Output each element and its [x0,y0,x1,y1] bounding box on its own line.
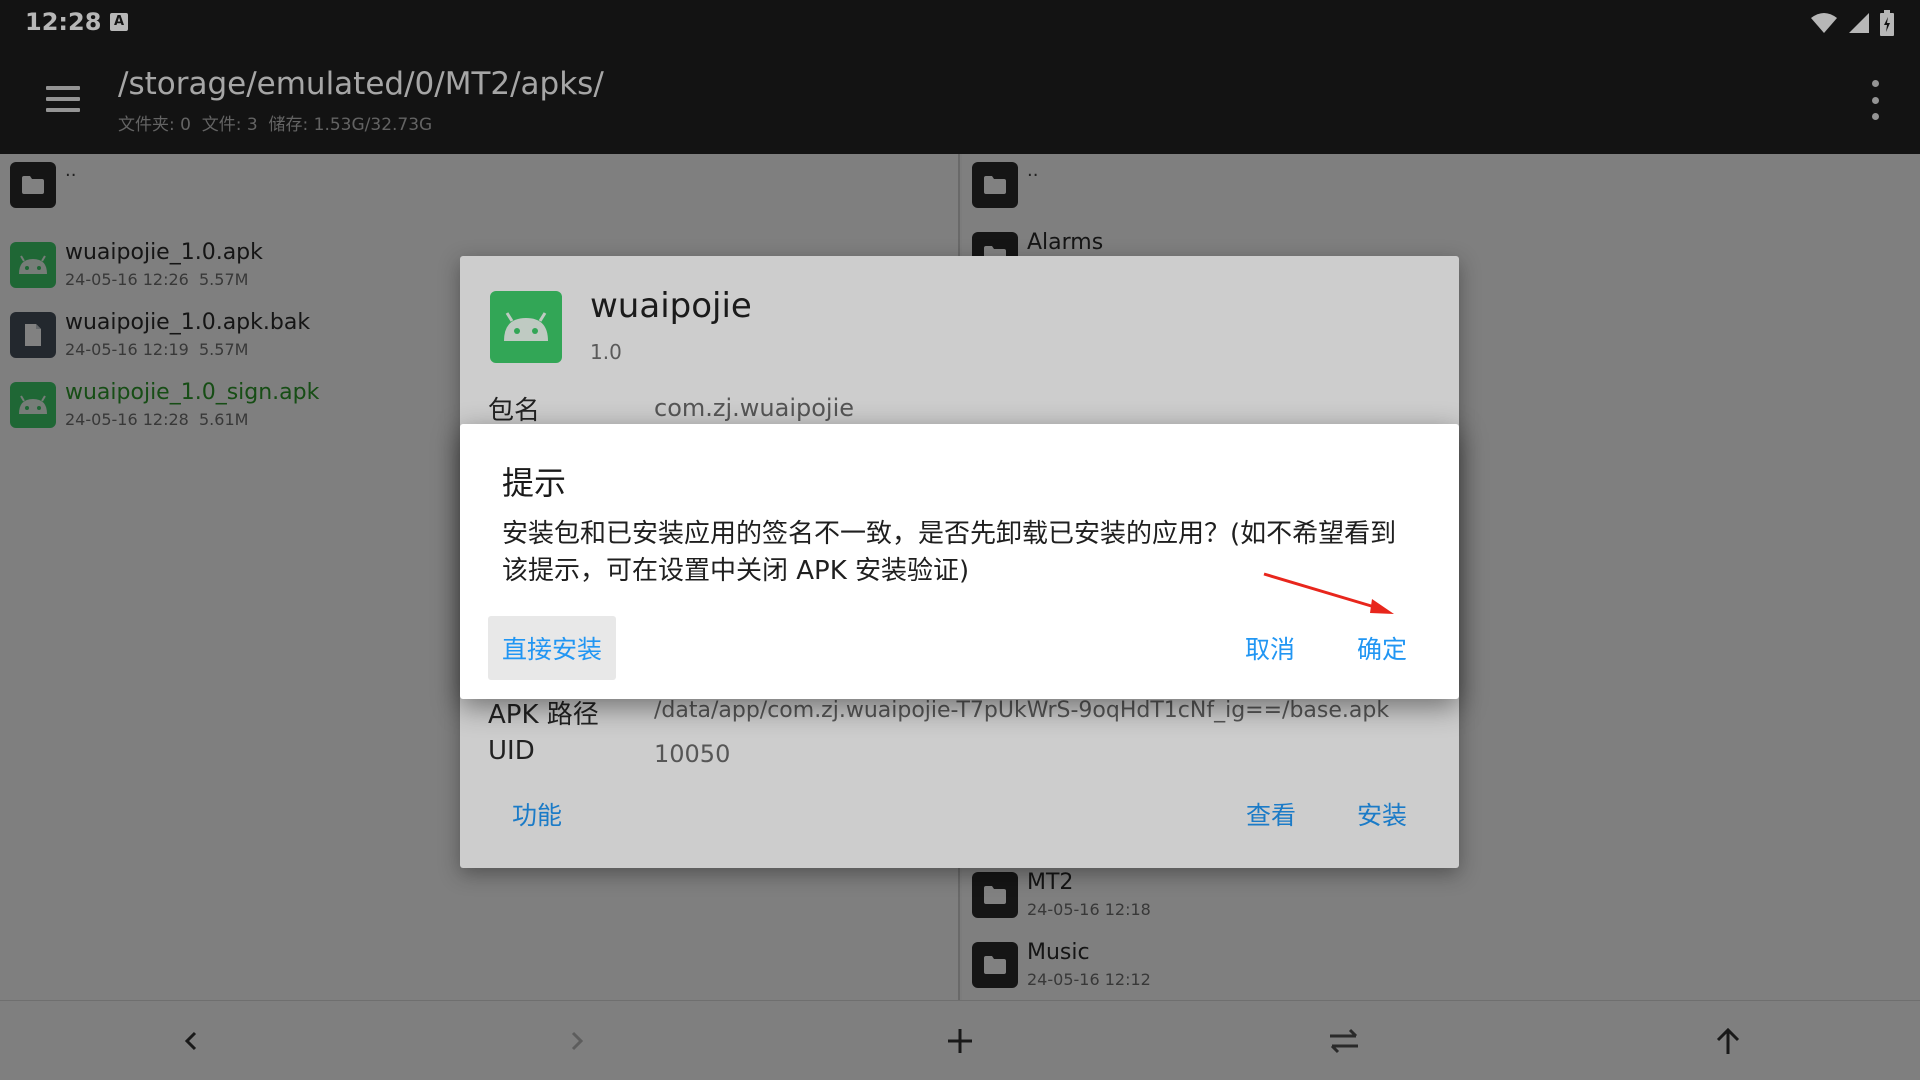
dialog-title: 提示 [502,464,567,502]
direct-install-button[interactable]: 直接安装 [488,616,616,680]
annotation-arrow-icon [1263,572,1394,614]
confirm-button[interactable]: 确定 [1342,616,1422,680]
screen: 12:28 A /storage/emulated/0/MT2/apks/ 文件… [0,0,1920,1080]
signature-warning-dialog: 提示 安装包和已安装应用的签名不一致，是否先卸载已安装的应用？(如不希望看到该提… [460,424,1459,699]
cancel-button[interactable]: 取消 [1230,616,1310,680]
